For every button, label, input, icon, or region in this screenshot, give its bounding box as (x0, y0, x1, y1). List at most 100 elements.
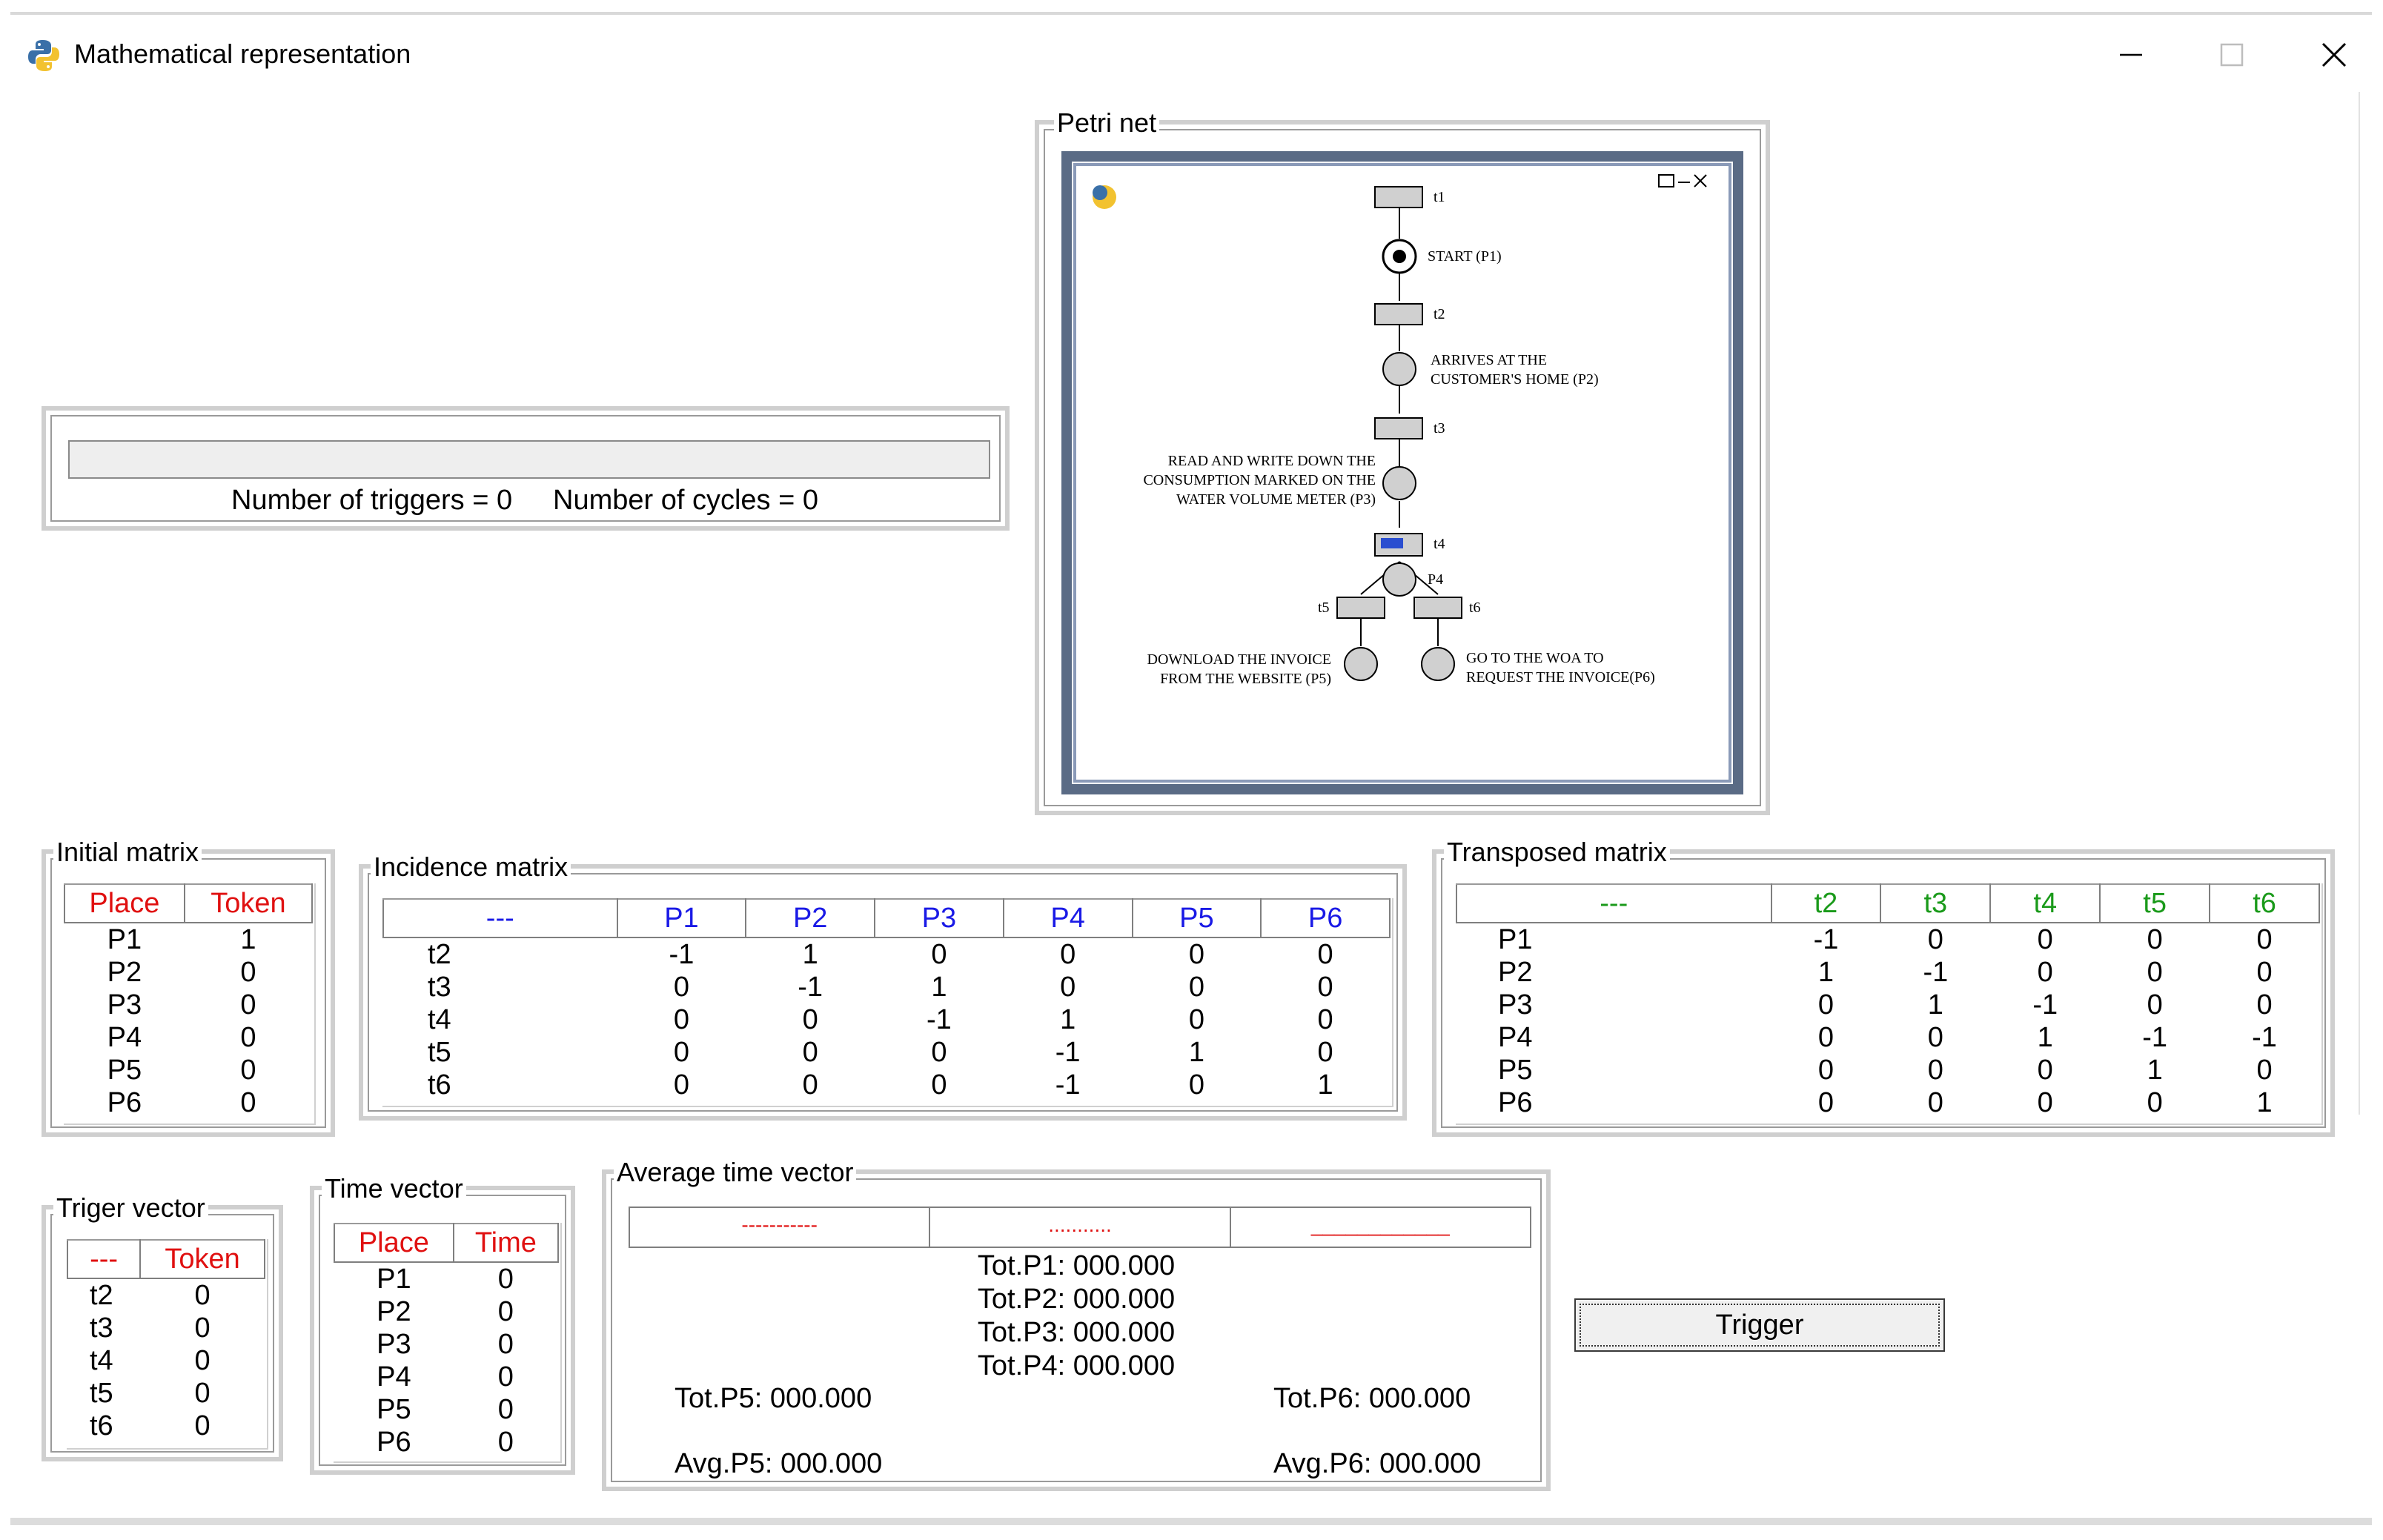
tot-p6-value: Tot.P6: 000.000 (1273, 1383, 1471, 1414)
average-header-cell-2: ........... (930, 1207, 1231, 1248)
table-row[interactable]: t2 -1 1 0 0 0 0 (383, 937, 1390, 971)
table-cell: 0 (1817, 989, 1835, 1020)
table-cell: t4 (428, 1004, 451, 1035)
table-row[interactable]: P2 0 (334, 1295, 558, 1328)
table-cell: 1 (931, 972, 947, 1003)
python-icon (28, 40, 59, 71)
table-row[interactable]: P1 0 (334, 1262, 558, 1295)
table-cell: P2 (1498, 957, 1533, 988)
transition-t4-active-marker (1381, 538, 1403, 548)
label-t3: t3 (1434, 420, 1445, 437)
table-row[interactable]: P5 0 (334, 1393, 558, 1426)
table-row[interactable]: P3 0 (64, 989, 312, 1021)
cycle-count-label: Number of cycles = 0 (553, 485, 818, 516)
label-p3-line2: CONSUMPTION MARKED ON THE (1143, 472, 1376, 488)
table-row[interactable]: t4 0 0 -1 1 0 0 (383, 1003, 1390, 1036)
close-icon (2321, 42, 2347, 67)
column-header[interactable]: P5 (1131, 898, 1262, 938)
column-header[interactable]: Place (334, 1223, 454, 1263)
column-header[interactable]: P2 (745, 898, 876, 938)
embedded-window-controls[interactable] (1658, 174, 1707, 187)
column-header[interactable]: --- (382, 898, 618, 938)
table-row[interactable]: P4 0 (334, 1361, 558, 1393)
table-cell: 0 (194, 1410, 211, 1441)
table-cell: t4 (90, 1345, 113, 1376)
column-header[interactable]: t3 (1880, 883, 1992, 923)
column-header[interactable]: t2 (1770, 883, 1882, 923)
table-row[interactable]: t6 0 (67, 1410, 265, 1442)
vertical-scrollbar[interactable] (2359, 92, 2372, 1115)
table-row[interactable]: P4 0 0 1 -1 -1 (1456, 1021, 2319, 1054)
place-p3 (1382, 466, 1416, 500)
table-cell: P1 (1498, 924, 1533, 955)
column-header[interactable]: P3 (874, 898, 1004, 938)
table-cell: 0 (194, 1378, 211, 1409)
close-button[interactable] (2301, 33, 2367, 77)
table-cell: 0 (931, 939, 947, 970)
column-header[interactable]: Time (452, 1223, 560, 1263)
maximize-button[interactable] (2198, 33, 2265, 77)
column-header[interactable]: t5 (2099, 883, 2211, 923)
table-row[interactable]: P3 0 1 -1 0 0 (1456, 989, 2319, 1021)
column-header[interactable]: Token (183, 883, 314, 923)
table-row[interactable]: P2 1 -1 0 0 0 (1456, 956, 2319, 989)
column-header[interactable]: Token (139, 1239, 265, 1279)
table-row[interactable]: P4 0 (64, 1021, 312, 1054)
table-cell: 0 (2037, 1087, 2053, 1118)
petri-net-diagram: t1 t2 t3 t4 t5 t6 START (P1) ARRIVES AT … (1093, 174, 1707, 687)
label-p2-line1: ARRIVES AT THE (1431, 352, 1547, 368)
table-row[interactable]: P2 0 (64, 956, 312, 989)
table-row[interactable]: P1 1 (64, 923, 312, 956)
table-cell: 0 (194, 1345, 211, 1376)
minimize-button[interactable] (2098, 33, 2164, 77)
table-row[interactable]: P5 0 0 0 1 0 (1456, 1054, 2319, 1086)
transition-t5 (1336, 597, 1385, 619)
table-cell: 0 (1927, 1022, 1943, 1053)
table-row[interactable]: P3 0 (334, 1328, 558, 1361)
table-cell: 0 (497, 1427, 514, 1458)
table-cell: t5 (90, 1378, 113, 1409)
column-header[interactable]: t4 (1989, 883, 2101, 923)
place-p6 (1421, 647, 1455, 681)
table-row[interactable]: P6 0 (64, 1086, 312, 1119)
column-header[interactable]: P6 (1260, 898, 1391, 938)
initial-matrix-label: Initial matrix (53, 837, 202, 867)
table-cell: 0 (240, 1087, 256, 1118)
table-row[interactable]: P5 0 (64, 1054, 312, 1086)
table-row[interactable]: t3 0 (67, 1312, 265, 1344)
petri-net-label: Petri net (1054, 108, 1160, 138)
table-row[interactable]: t3 0 -1 1 0 0 0 (383, 971, 1390, 1003)
progress-panel: Number of triggers = 0 Number of cycles … (42, 406, 1010, 531)
table-cell: P6 (1498, 1087, 1533, 1118)
table-cell: 0 (802, 1004, 818, 1035)
table-row[interactable]: P6 0 (334, 1426, 558, 1458)
label-p1: START (P1) (1428, 248, 1502, 265)
table-row[interactable]: t5 0 0 0 -1 1 0 (383, 1036, 1390, 1069)
table-cell: -1 (1055, 1069, 1081, 1101)
average-header-cell-3: ____________ (1230, 1207, 1531, 1248)
table-cell: 0 (2256, 1055, 2273, 1086)
column-header[interactable]: P4 (1002, 898, 1133, 938)
column-header[interactable]: t6 (2209, 883, 2320, 923)
column-header[interactable]: --- (1456, 883, 1772, 923)
table-cell: 0 (1317, 972, 1333, 1003)
embedded-maximize-icon[interactable] (1658, 174, 1674, 187)
table-row[interactable]: t6 0 0 0 -1 0 1 (383, 1069, 1390, 1101)
embedded-close-icon[interactable] (1694, 174, 1707, 187)
incidence-matrix-label: Incidence matrix (371, 852, 571, 882)
table-row[interactable]: t5 0 (67, 1377, 265, 1410)
table-row[interactable]: P6 0 0 0 0 1 (1456, 1086, 2319, 1119)
title-bar[interactable]: Mathematical representation (10, 15, 2372, 92)
trigger-vector-table: --- Token t2 0 t3 0 t4 0 t5 0 t6 0 (66, 1239, 265, 1442)
column-header[interactable]: --- (66, 1239, 142, 1279)
column-header[interactable]: P1 (616, 898, 747, 938)
table-cell: P4 (107, 1022, 142, 1053)
table-cell: 0 (240, 957, 256, 988)
table-row[interactable]: P1 -1 0 0 0 0 (1456, 923, 2319, 956)
column-header[interactable]: Place (64, 883, 185, 923)
table-row[interactable]: t4 0 (67, 1344, 265, 1377)
tot-p3-value: Tot.P3: 000.000 (977, 1317, 1176, 1348)
table-cell: 0 (1188, 1004, 1204, 1035)
trigger-button[interactable]: Trigger (1574, 1298, 1945, 1352)
table-row[interactable]: t2 0 (67, 1278, 265, 1312)
